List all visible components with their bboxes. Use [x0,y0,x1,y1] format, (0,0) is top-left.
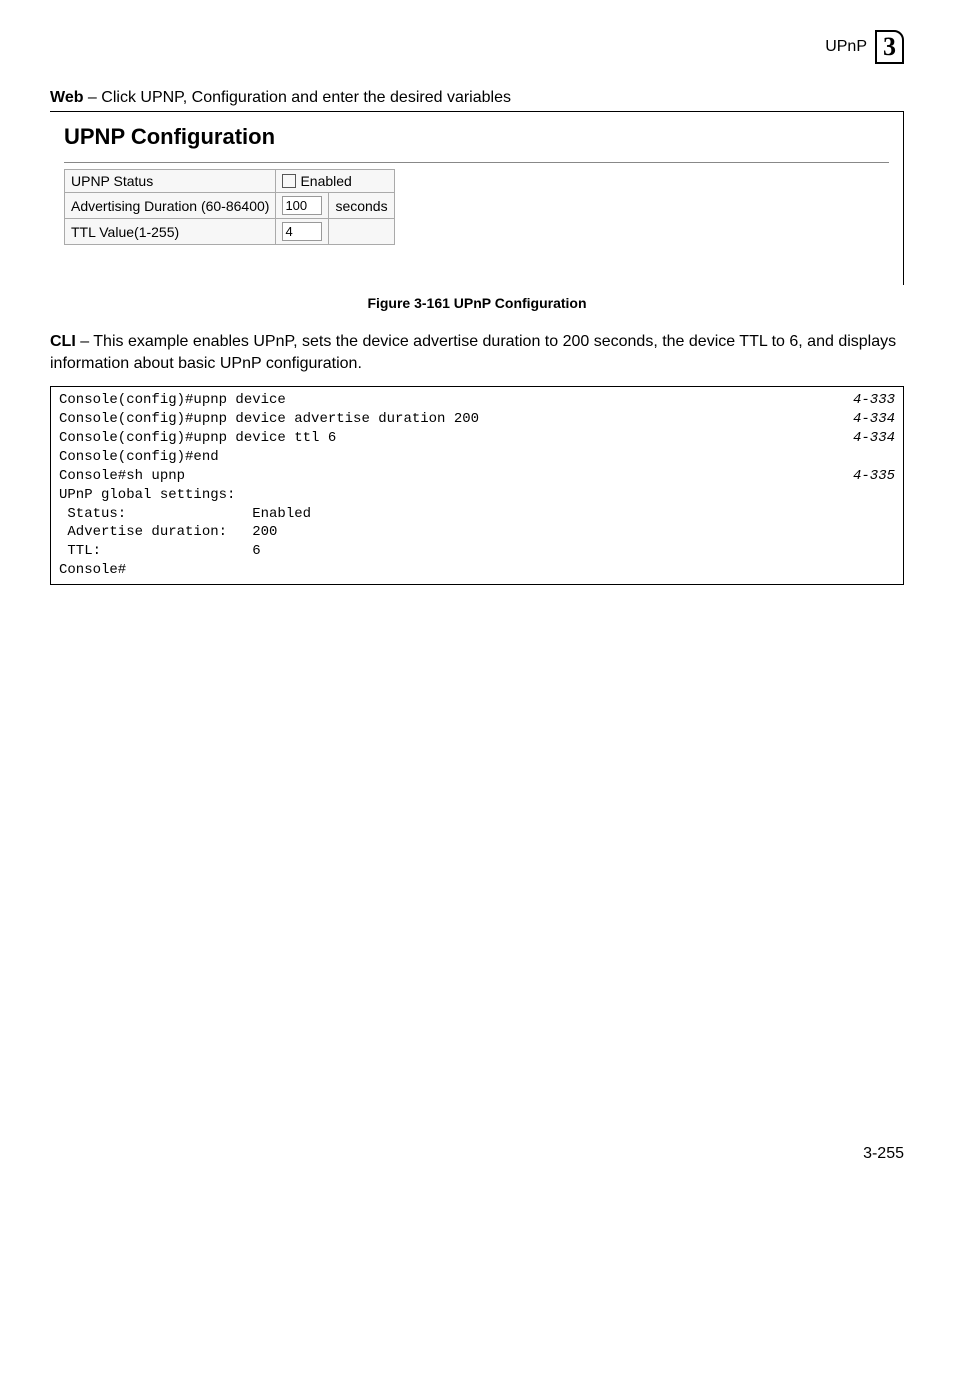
ttl-label-cell: TTL Value(1-255) [65,219,276,245]
cli-line: Console(config)#end [59,448,895,467]
cli-line: Advertise duration: 200 [59,523,895,542]
cli-text: Console# [59,561,126,580]
cli-ref: 4-335 [853,467,895,486]
enabled-checkbox[interactable] [282,174,296,188]
web-rest: – Click UPNP, Configuration and enter th… [83,89,511,106]
cli-ref: 4-334 [853,429,895,448]
figure-caption: Figure 3-161 UPnP Configuration [50,295,904,311]
cli-line: Console(config)#upnp device 4-333 [59,391,895,410]
cli-text: Console(config)#upnp device [59,391,286,410]
ttl-value-input[interactable] [282,222,322,241]
cli-text: UPnP global settings: [59,486,235,505]
cli-text: Status: Enabled [59,505,311,524]
web-prefix: Web [50,89,83,106]
table-row: Advertising Duration (60-86400) seconds [65,193,395,219]
ttl-input-cell [276,219,329,245]
adv-unit-cell: seconds [329,193,394,219]
cli-line: Status: Enabled [59,505,895,524]
panel-title: UPNP Configuration [64,124,889,150]
web-instruction: Web – Click UPNP, Configuration and ente… [50,89,904,107]
cli-line: Console# [59,561,895,580]
upnp-config-table: UPNP Status Enabled Advertising Duration… [64,169,395,245]
cli-text: TTL: 6 [59,542,261,561]
cli-line: TTL: 6 [59,542,895,561]
cli-ref: 4-333 [853,391,895,410]
page-header: UPnP 3 [50,30,904,64]
cli-line: UPnP global settings: [59,486,895,505]
adv-label-cell: Advertising Duration (60-86400) [65,193,276,219]
chapter-badge: 3 [875,30,904,64]
cli-prefix: CLI [50,333,76,350]
cli-text: Console#sh upnp [59,467,185,486]
cli-text: Console(config)#upnp device advertise du… [59,410,479,429]
adv-input-cell [276,193,329,219]
cli-line: Console#sh upnp 4-335 [59,467,895,486]
advertising-duration-input[interactable] [282,196,322,215]
header-label: UPnP [825,38,867,56]
cli-ref: 4-334 [853,410,895,429]
panel-divider [64,162,889,163]
cli-line: Console(config)#upnp device ttl 6 4-334 [59,429,895,448]
cli-rest: – This example enables UPnP, sets the de… [50,333,896,372]
enabled-label: Enabled [300,173,351,189]
status-value-cell: Enabled [276,170,394,193]
cli-output-box: Console(config)#upnp device 4-333 Console… [50,386,904,585]
cli-text: Console(config)#end [59,448,219,467]
cli-text: Advertise duration: 200 [59,523,277,542]
cli-intro: CLI – This example enables UPnP, sets th… [50,331,904,374]
cli-line: Console(config)#upnp device advertise du… [59,410,895,429]
ttl-empty-cell [329,219,394,245]
upnp-config-panel: UPNP Configuration UPNP Status Enabled A… [50,111,904,285]
table-row: UPNP Status Enabled [65,170,395,193]
page-number: 3-255 [50,1145,904,1163]
table-row: TTL Value(1-255) [65,219,395,245]
cli-text: Console(config)#upnp device ttl 6 [59,429,336,448]
status-label-cell: UPNP Status [65,170,276,193]
